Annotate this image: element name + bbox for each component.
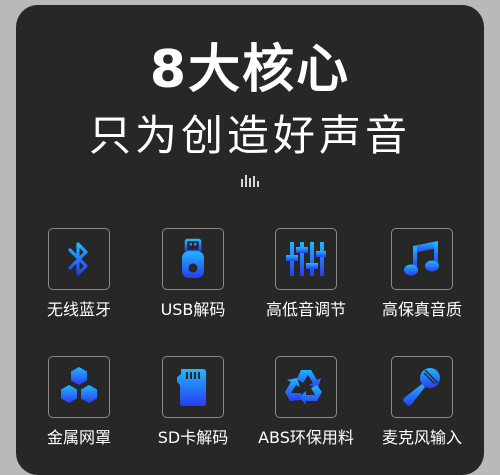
feature-mic-input: 麦克风输入 bbox=[367, 356, 477, 448]
feature-label: 麦克风输入 bbox=[381, 428, 462, 447]
equalizer-icon-box bbox=[275, 228, 337, 290]
sd-card-icon-box bbox=[162, 356, 224, 418]
feature-abs: ABS环保用料 bbox=[251, 356, 361, 448]
feature-label: ABS环保用料 bbox=[258, 428, 354, 447]
sd-card-icon bbox=[177, 369, 206, 406]
feature-hifi: 高保真音质 bbox=[367, 228, 477, 320]
bluetooth-icon-box bbox=[48, 228, 110, 290]
feature-label: 无线蓝牙 bbox=[46, 300, 111, 319]
microphone-icon bbox=[403, 368, 440, 406]
feature-sd-card: SD卡解码 bbox=[138, 356, 248, 448]
feature-label: SD卡解码 bbox=[157, 428, 229, 447]
recycle-icon bbox=[285, 370, 322, 405]
page-title: 8大核心 bbox=[149, 40, 351, 100]
feature-metal-mesh: 金属网罩 bbox=[24, 356, 134, 448]
music-icon-box bbox=[391, 228, 453, 290]
usb-icon-box bbox=[162, 228, 224, 290]
feature-bluetooth: 无线蓝牙 bbox=[24, 228, 134, 320]
feature-usb: USB解码 bbox=[138, 228, 248, 320]
feature-label: 金属网罩 bbox=[46, 428, 111, 447]
microphone-icon-box bbox=[391, 356, 453, 418]
usb-drive-icon bbox=[182, 238, 204, 278]
feature-label: 高低音调节 bbox=[265, 300, 346, 319]
hexagon-icon-box bbox=[48, 356, 110, 418]
bluetooth-icon bbox=[68, 242, 88, 276]
feature-label: USB解码 bbox=[160, 300, 226, 319]
page-subtitle: 只为创造好声音 bbox=[88, 111, 411, 160]
feature-equalizer: 高低音调节 bbox=[251, 228, 361, 320]
sound-bars-icon bbox=[241, 175, 259, 187]
hexagon-mesh-icon bbox=[61, 367, 97, 403]
music-note-icon bbox=[404, 241, 439, 276]
recycle-icon-box bbox=[275, 356, 337, 418]
feature-label: 高保真音质 bbox=[381, 300, 462, 319]
equalizer-icon bbox=[286, 242, 326, 276]
